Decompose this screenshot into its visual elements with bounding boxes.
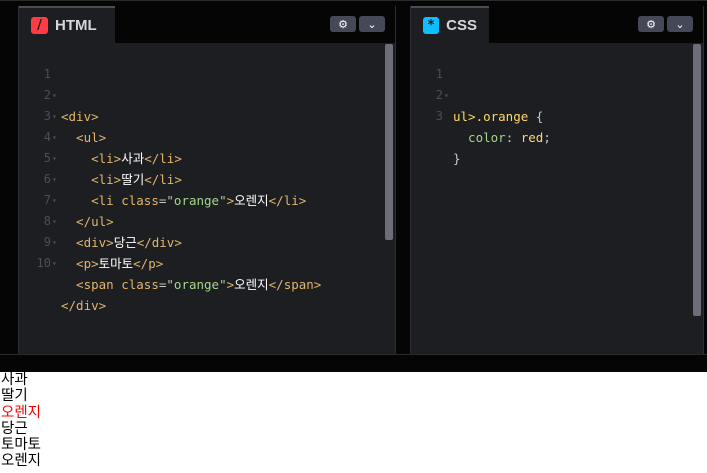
html-scrollbar[interactable] bbox=[385, 44, 393, 240]
html-editor-panel: / HTML ⚙ ⌄ 1 ▾ <div> 2 ▾ <ul> 3 ▾ <li>사과… bbox=[18, 6, 396, 355]
css-code-editor[interactable]: 1 ▾ ul>.orange { 2 color: red; 3 } bbox=[411, 43, 703, 355]
line-number: 10 bbox=[36, 256, 51, 270]
code-token: { bbox=[528, 109, 544, 124]
html-tab-controls: ⚙ ⌄ bbox=[330, 16, 385, 32]
code-line: 2 color: red; bbox=[411, 64, 703, 145]
css-editor-panel: * CSS ⚙ ⌄ 1 ▾ ul>.orange { 2 color: red;… bbox=[410, 6, 704, 355]
code-line: 3 ▾ <li>사과</li> bbox=[19, 85, 395, 166]
code-line: 1 ▾ <div> bbox=[19, 43, 395, 124]
html-code-editor[interactable]: 1 ▾ <div> 2 ▾ <ul> 3 ▾ <li>사과</li> 4 ▾ <… bbox=[19, 43, 395, 355]
code-token: } bbox=[453, 151, 461, 166]
html-tab-title: HTML bbox=[55, 17, 97, 34]
line-number: 3 bbox=[435, 109, 443, 123]
code-line: 7 ▾ <div>당근</div> bbox=[19, 169, 395, 250]
editor-resize-handle[interactable] bbox=[0, 354, 707, 372]
code-line: 1 ▾ ul>.orange { bbox=[411, 43, 703, 124]
editor-area: / HTML ⚙ ⌄ 1 ▾ <div> 2 ▾ <ul> 3 ▾ <li>사과… bbox=[0, 0, 707, 372]
code-line: 2 ▾ <ul> bbox=[19, 64, 395, 145]
preview-item: 사과 bbox=[1, 372, 28, 388]
code-text: 토마토 bbox=[98, 256, 134, 271]
css-scrollbar[interactable] bbox=[693, 44, 701, 316]
css-menu-button[interactable]: ⌄ bbox=[667, 16, 693, 32]
code-token: </p> bbox=[133, 256, 164, 271]
code-line: 3 } bbox=[411, 85, 703, 166]
tab-css[interactable]: * CSS bbox=[411, 6, 489, 43]
html-menu-button[interactable]: ⌄ bbox=[359, 16, 385, 32]
preview-item: 딸기 bbox=[1, 388, 28, 405]
preview-item: 토마토 bbox=[1, 437, 42, 454]
code-line: 10 </div> bbox=[19, 232, 395, 313]
css-icon: * bbox=[423, 17, 440, 34]
code-line: 6 ▾ </ul> bbox=[19, 148, 395, 229]
code-token: </div> bbox=[61, 298, 107, 313]
html-tab-bar: / HTML ⚙ ⌄ bbox=[19, 6, 395, 43]
tab-html[interactable]: / HTML bbox=[19, 6, 115, 43]
css-tab-title: CSS bbox=[446, 17, 477, 34]
code-value: red bbox=[520, 130, 544, 145]
code-attr: class bbox=[121, 277, 159, 292]
result-preview: 사과 딸기 오렌지 당근 토마토 오렌지 bbox=[0, 372, 707, 473]
code-line: 9 ▾ <span class="orange">오렌지</span> bbox=[19, 211, 395, 292]
preview-item-orange: 오렌지 bbox=[1, 404, 42, 421]
css-tab-bar: * CSS ⚙ ⌄ bbox=[411, 6, 703, 43]
preview-item: 오렌지 bbox=[1, 453, 42, 470]
code-line: 8 ▾ <p>토마토</p> bbox=[19, 190, 395, 271]
code-line: 4 ▾ <li>딸기</li> bbox=[19, 106, 395, 187]
code-token: > bbox=[226, 277, 235, 292]
html-settings-button[interactable]: ⚙ bbox=[330, 16, 356, 32]
css-tab-controls: ⚙ ⌄ bbox=[638, 16, 693, 32]
code-text: 오렌지 bbox=[234, 277, 269, 292]
code-token: </span> bbox=[268, 277, 322, 292]
preview-item: 당근 bbox=[1, 420, 28, 437]
code-token: ; bbox=[543, 130, 551, 145]
css-settings-button[interactable]: ⚙ bbox=[638, 16, 664, 32]
code-string: "orange" bbox=[166, 277, 227, 292]
html-icon: / bbox=[31, 17, 48, 34]
code-token: : bbox=[505, 130, 521, 145]
code-line: 5 ▾ <li class="orange">오렌지</li> bbox=[19, 127, 395, 208]
